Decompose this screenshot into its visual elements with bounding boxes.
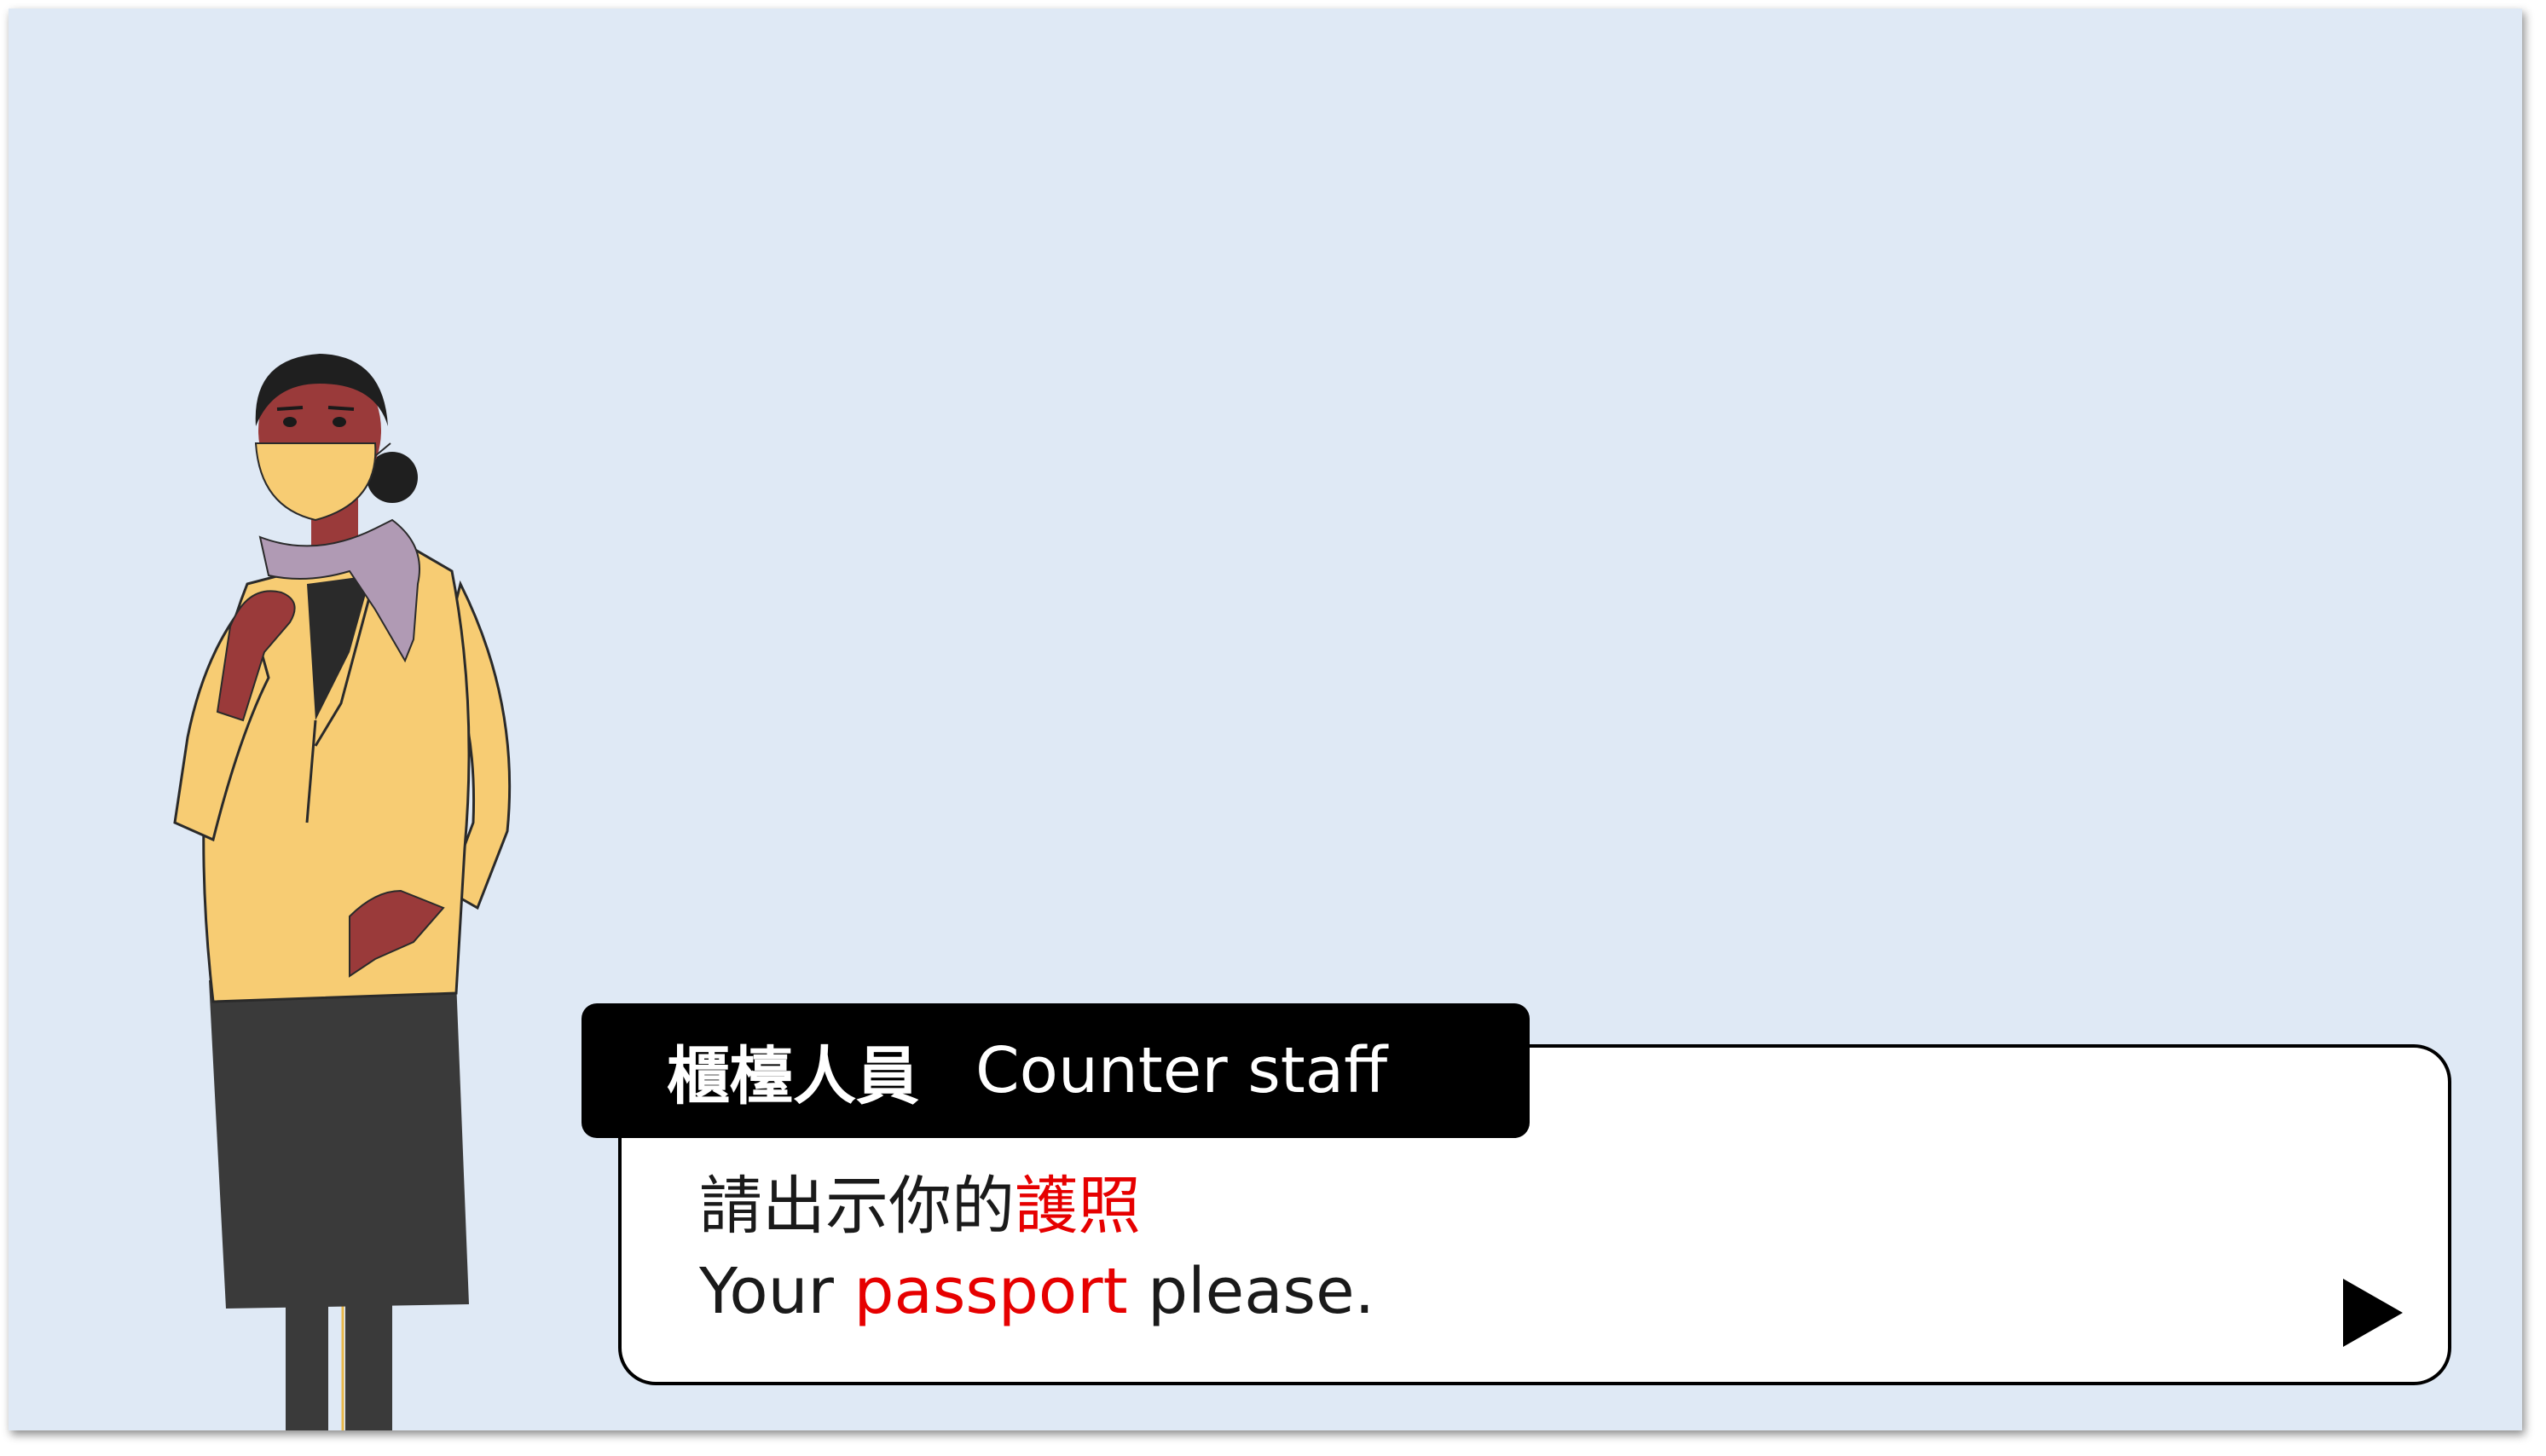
dialog-line-en-highlight: passport (853, 1255, 1128, 1328)
speaker-name-tab: 櫃檯人員 Counter staff (582, 1003, 1530, 1138)
speaker-name-en: Counter staff (975, 1034, 1388, 1107)
play-triangle-icon[interactable] (2343, 1279, 2403, 1347)
dialog-line-en: Your passport please. (699, 1249, 1374, 1334)
dialog-line-zh-highlight: 護照 (1015, 1170, 1141, 1243)
dialog-line-zh: 請出示你的護照 (699, 1164, 1374, 1249)
dialog-text: 請出示你的護照 Your passport please. (699, 1164, 1374, 1334)
counter-staff-illustration (173, 354, 512, 1430)
dialog-line-en-tail: please. (1127, 1255, 1375, 1328)
speaker-name-zh: 櫃檯人員 (667, 1039, 919, 1113)
dialog-line-zh-text: 請出示你的 (699, 1170, 1015, 1243)
dialog-line-en-text: Your (699, 1255, 854, 1328)
